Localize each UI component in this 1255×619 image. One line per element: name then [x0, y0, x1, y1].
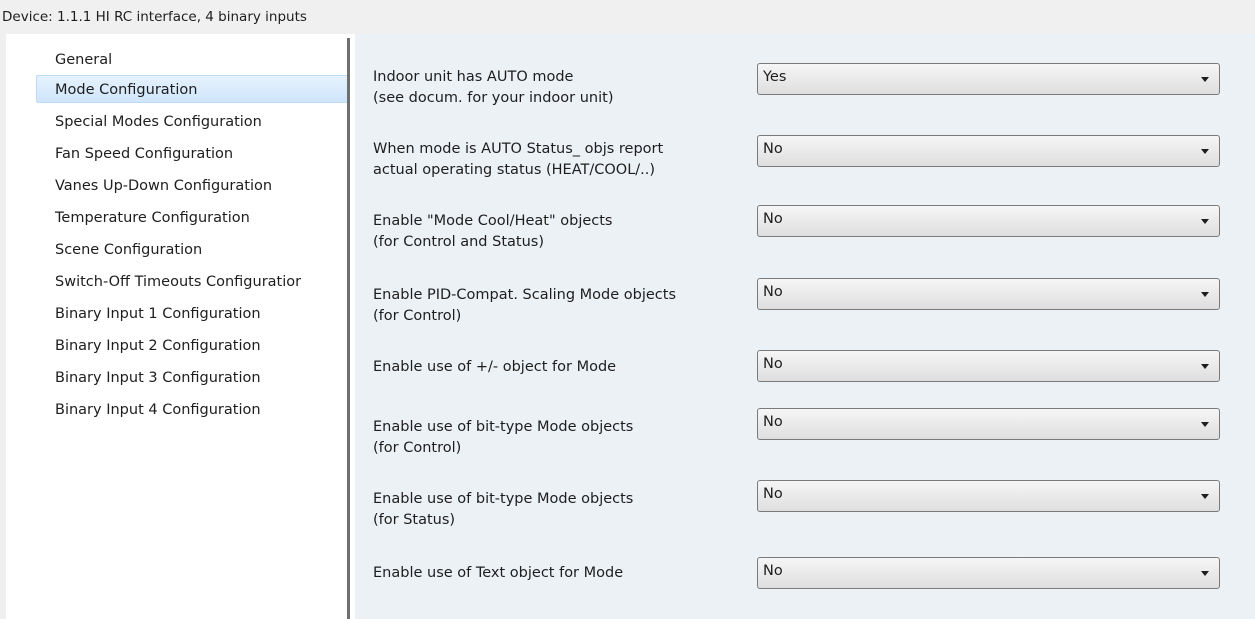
sidebar-item-label: Special Modes Configuration: [55, 114, 262, 130]
sidebar-item-label: Binary Input 1 Configuration: [55, 306, 261, 322]
parameter-label: Enable use of bit-type Mode objects (for…: [373, 417, 748, 459]
chevron-down-icon: [1201, 292, 1209, 297]
parameter-label-line: (for Status): [373, 512, 456, 528]
dropdown-value: No: [763, 486, 783, 502]
parameter-label: Indoor unit has AUTO mode (see docum. fo…: [373, 67, 748, 109]
chevron-down-icon: [1201, 149, 1209, 154]
parameter-label-line: Enable PID-Compat. Scaling Mode objects: [373, 287, 677, 303]
chevron-down-icon: [1201, 494, 1209, 499]
parameter-label-line: When mode is AUTO Status_ objs report: [373, 141, 664, 157]
sidebar-item-mode-configuration[interactable]: Mode Configuration: [6, 74, 347, 106]
parameter-row-pid-scaling: Enable PID-Compat. Scaling Mode objects …: [355, 278, 1255, 350]
parameter-dropdown-auto-status-report[interactable]: No: [757, 135, 1220, 167]
parameter-label-line: Enable use of bit-type Mode objects: [373, 491, 634, 507]
parameter-row-mode-cool-heat: Enable "Mode Cool/Heat" objects (for Con…: [355, 205, 1255, 277]
parameter-label: Enable use of +/- object for Mode: [373, 357, 748, 378]
sidebar-item-label: Scene Configuration: [55, 242, 203, 258]
dropdown-value: No: [763, 284, 783, 300]
parameter-label: Enable use of Text object for Mode: [373, 563, 748, 584]
parameter-label: When mode is AUTO Status_ objs report ac…: [373, 139, 748, 181]
parameter-row-bit-mode-status: Enable use of bit-type Mode objects (for…: [355, 480, 1255, 552]
sidebar-item-temperature-configuration[interactable]: Temperature Configuration: [6, 202, 347, 234]
parameter-label: Enable use of bit-type Mode objects (for…: [373, 489, 748, 531]
sidebar-item-binary-input-3-configuration[interactable]: Binary Input 3 Configuration: [6, 362, 347, 394]
sidebar-item-vanes-up-down-configuration[interactable]: Vanes Up-Down Configuration: [6, 170, 347, 202]
dropdown-value: No: [763, 356, 783, 372]
parameter-dropdown-pid-scaling[interactable]: No: [757, 278, 1220, 310]
parameter-label-line: (for Control and Status): [373, 234, 544, 250]
sidebar-item-label: Binary Input 4 Configuration: [55, 402, 261, 418]
parameter-label: Enable PID-Compat. Scaling Mode objects …: [373, 285, 748, 327]
dropdown-value: No: [763, 414, 783, 430]
chevron-down-icon: [1201, 77, 1209, 82]
sidebar-item-label: Binary Input 2 Configuration: [55, 338, 261, 354]
parameter-label: Enable "Mode Cool/Heat" objects (for Con…: [373, 211, 748, 253]
sidebar-item-label: General: [55, 52, 113, 68]
parameter-dropdown-text-mode[interactable]: No: [757, 557, 1220, 589]
sidebar-item-fan-speed-configuration[interactable]: Fan Speed Configuration: [6, 138, 347, 170]
parameter-row-auto-mode: Indoor unit has AUTO mode (see docum. fo…: [355, 63, 1255, 135]
parameter-row-text-mode: Enable use of Text object for Mode No: [355, 557, 1255, 619]
sidebar-item-label: Binary Input 3 Configuration: [55, 370, 261, 386]
sidebar-list: General Mode Configuration Special Modes…: [6, 34, 347, 426]
sidebar-item-scene-configuration[interactable]: Scene Configuration: [6, 234, 347, 266]
chevron-down-icon: [1201, 422, 1209, 427]
dropdown-value: No: [763, 563, 783, 579]
parameter-dropdown-bit-mode-control[interactable]: No: [757, 408, 1220, 440]
dropdown-value: No: [763, 141, 783, 157]
chevron-down-icon: [1201, 219, 1209, 224]
sidebar-item-switch-off-timeouts-configuration[interactable]: Switch-Off Timeouts Configuratior: [6, 266, 347, 298]
parameter-label-line: Indoor unit has AUTO mode: [373, 69, 574, 85]
parameter-panel: Indoor unit has AUTO mode (see docum. fo…: [355, 34, 1255, 619]
sidebar-item-label: Temperature Configuration: [55, 210, 250, 226]
sidebar-item-binary-input-2-configuration[interactable]: Binary Input 2 Configuration: [6, 330, 347, 362]
parameter-dropdown-bit-mode-status[interactable]: No: [757, 480, 1220, 512]
chevron-down-icon: [1201, 364, 1209, 369]
dropdown-value: No: [763, 211, 783, 227]
parameter-row-bit-mode-control: Enable use of bit-type Mode objects (for…: [355, 408, 1255, 480]
sidebar-item-label: Fan Speed Configuration: [55, 146, 234, 162]
sidebar-item-binary-input-1-configuration[interactable]: Binary Input 1 Configuration: [6, 298, 347, 330]
parameter-label-line: Enable use of +/- object for Mode: [373, 359, 617, 375]
parameter-dropdown-auto-mode[interactable]: Yes: [757, 63, 1220, 95]
window-title: Device: 1.1.1 HI RC interface, 4 binary …: [0, 0, 1255, 34]
sidebar-item-label: Switch-Off Timeouts Configuratior: [55, 274, 302, 290]
parameter-dropdown-mode-cool-heat[interactable]: No: [757, 205, 1220, 237]
parameter-label-line: (for Control): [373, 308, 462, 324]
parameter-row-auto-status-report: When mode is AUTO Status_ objs report ac…: [355, 135, 1255, 207]
parameter-label-line: actual operating status (HEAT/COOL/..): [373, 162, 656, 178]
sidebar: General Mode Configuration Special Modes…: [6, 34, 347, 619]
sidebar-item-binary-input-4-configuration[interactable]: Binary Input 4 Configuration: [6, 394, 347, 426]
parameter-label-line: Enable use of Text object for Mode: [373, 565, 624, 581]
parameter-label-line: (see docum. for your indoor unit): [373, 90, 614, 106]
parameter-label-line: (for Control): [373, 440, 462, 456]
chevron-down-icon: [1201, 571, 1209, 576]
parameter-label-line: Enable use of bit-type Mode objects: [373, 419, 634, 435]
dropdown-value: Yes: [763, 69, 787, 85]
sidebar-item-label: Mode Configuration: [55, 82, 198, 98]
sidebar-item-label: Vanes Up-Down Configuration: [55, 178, 273, 194]
parameter-label-line: Enable "Mode Cool/Heat" objects: [373, 213, 613, 229]
sidebar-item-general[interactable]: General: [6, 46, 347, 74]
pane-splitter[interactable]: [347, 38, 350, 619]
parameter-dropdown-plus-minus-mode[interactable]: No: [757, 350, 1220, 382]
sidebar-item-special-modes-configuration[interactable]: Special Modes Configuration: [6, 106, 347, 138]
